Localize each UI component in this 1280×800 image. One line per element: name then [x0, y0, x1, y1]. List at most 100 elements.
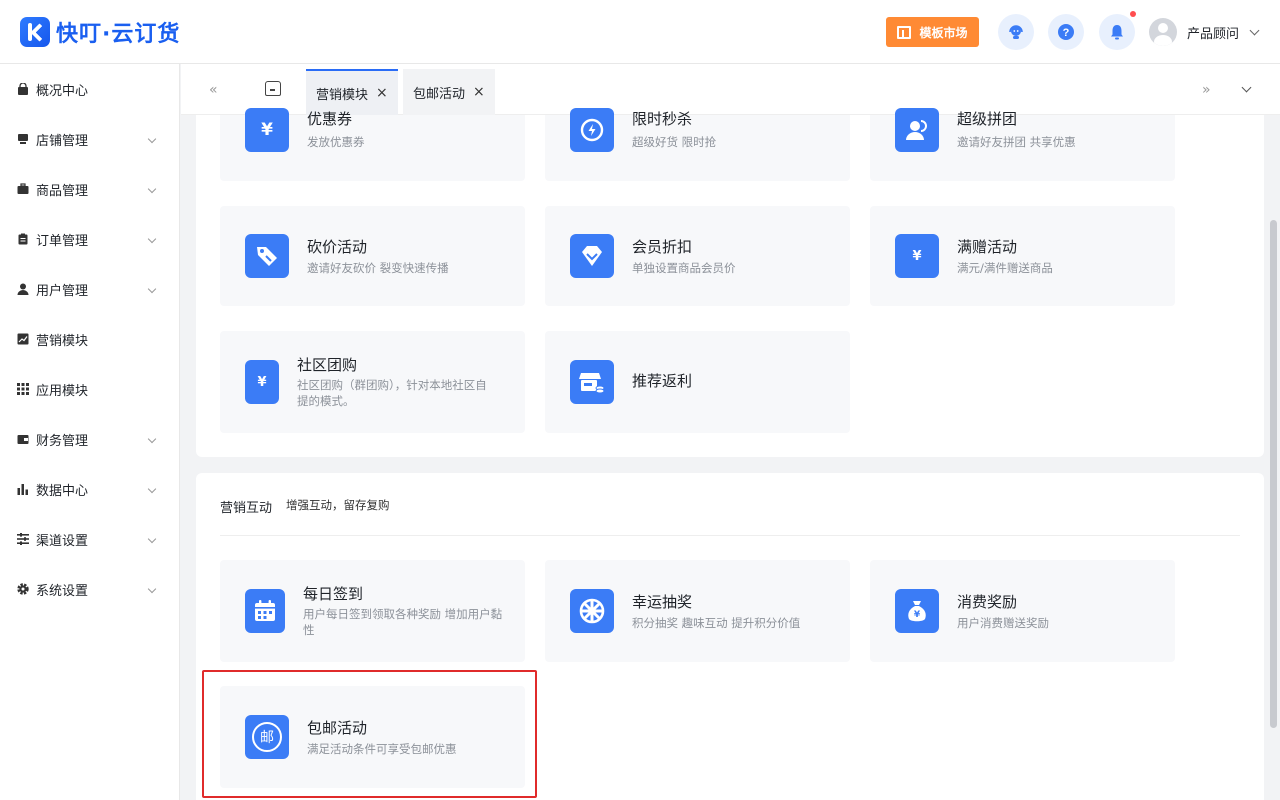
sidebar-item-label: 应用模块 [36, 383, 89, 399]
card-title: 限时秒杀 [632, 110, 693, 128]
home-icon[interactable] [265, 81, 281, 96]
wheel-icon [570, 589, 614, 633]
card-desc: 用户每日签到领取各种奖励 增加用户黏性 [303, 607, 503, 637]
card-full-gift[interactable]: ¥ 满赠活动 满元/满件赠送商品 [870, 206, 1175, 306]
card-desc: 发放优惠券 [307, 135, 365, 149]
sidebar-item-label: 商品管理 [36, 183, 89, 199]
sidebar-item-users[interactable]: 用户管理 [0, 264, 180, 314]
card-title: 社区团购 [297, 356, 358, 374]
card-title: 每日签到 [303, 585, 364, 603]
card-desc: 单独设置商品会员价 [632, 261, 736, 275]
card-lucky-draw[interactable]: 幸运抽奖 积分抽奖 趣味互动 提升积分价值 [545, 560, 850, 662]
chevron-down-icon [147, 534, 157, 544]
wallet-icon [17, 435, 29, 444]
card-bargain[interactable]: 砍价活动 邀请好友砍价 裂变快速传播 [220, 206, 525, 306]
tab-label: 营销模块 [316, 87, 369, 103]
tab-label: 包邮活动 [413, 86, 466, 102]
highlight-box [202, 670, 537, 798]
close-icon[interactable]: × [376, 85, 388, 101]
card-title: 会员折扣 [632, 238, 693, 256]
list-settings-icon [17, 533, 29, 545]
chevron-down-icon[interactable] [1249, 25, 1260, 36]
grid-icon [17, 383, 29, 395]
notification-button[interactable] [1099, 14, 1135, 50]
help-button[interactable]: ? [1048, 14, 1084, 50]
money-bag-icon: ¥ [895, 589, 939, 633]
sidebar-item-store[interactable]: 店铺管理 [0, 114, 180, 164]
card-desc: 用户消费赠送奖励 [957, 616, 1049, 630]
scrollbar[interactable] [1270, 220, 1277, 728]
gear-icon [17, 583, 29, 595]
notification-dot [1130, 11, 1136, 17]
sidebar-item-apps[interactable]: 应用模块 [0, 364, 180, 414]
sidebar-item-overview[interactable]: 概况中心 [0, 64, 180, 114]
logo[interactable]: 快叮·云订货 [20, 16, 180, 48]
divider [220, 535, 1240, 536]
card-desc: 超级好货 限时抢 [632, 135, 717, 149]
card-consumption-reward[interactable]: ¥ 消费奖励 用户消费赠送奖励 [870, 560, 1175, 662]
community-ticket-icon: ¥ [245, 360, 279, 404]
sidebar-item-finance[interactable]: 财务管理 [0, 414, 180, 464]
sidebar-item-label: 概况中心 [36, 83, 89, 99]
diamond-icon [570, 234, 614, 278]
template-market-button[interactable]: 模板市场 [886, 17, 979, 47]
card-desc: 满元/满件赠送商品 [957, 261, 1053, 275]
card-desc: 邀请好友砍价 裂变快速传播 [307, 261, 449, 275]
chevron-down-icon [147, 284, 157, 294]
chevron-down-icon [147, 134, 157, 144]
bar-chart-icon [17, 484, 28, 495]
tabs-scroll-left[interactable]: « [209, 82, 218, 98]
price-tag-icon [245, 234, 289, 278]
flash-clock-icon [570, 108, 614, 152]
chevron-down-icon [147, 434, 157, 444]
sidebar-item-label: 营销模块 [36, 333, 89, 349]
chevron-down-icon [147, 234, 157, 244]
template-icon [897, 25, 912, 39]
template-market-label: 模板市场 [919, 25, 968, 40]
group-icon [895, 108, 939, 152]
card-coupon[interactable]: ¥ 优惠券 发放优惠券 [220, 108, 525, 181]
sidebar-item-label: 用户管理 [36, 283, 89, 299]
sidebar-item-system[interactable]: 系统设置 [0, 564, 180, 614]
tab-free-shipping[interactable]: 包邮活动 × [403, 69, 495, 115]
clipboard-icon [18, 233, 28, 245]
sidebar-item-label: 数据中心 [36, 483, 89, 499]
logo-icon [20, 17, 50, 47]
sidebar-item-products[interactable]: 商品管理 [0, 164, 180, 214]
card-title: 砍价活动 [307, 238, 368, 256]
chevron-down-icon [147, 584, 157, 594]
shop-rebate-icon [570, 360, 614, 404]
card-title: 优惠券 [307, 110, 353, 128]
sidebar-item-data-center[interactable]: 数据中心 [0, 464, 180, 514]
user-icon [17, 283, 29, 295]
customer-service-button[interactable] [998, 14, 1034, 50]
close-icon[interactable]: × [473, 84, 485, 100]
bell-icon [1111, 25, 1123, 40]
headset-icon [1009, 25, 1023, 39]
tabs-scroll-right[interactable]: » [1202, 82, 1211, 98]
sidebar-item-label: 店铺管理 [36, 133, 89, 149]
sidebar-item-label: 财务管理 [36, 433, 89, 449]
card-flash-sale[interactable]: 限时秒杀 超级好货 限时抢 [545, 108, 850, 181]
sidebar-item-channel[interactable]: 渠道设置 [0, 514, 180, 564]
card-group-buy[interactable]: 超级拼团 邀请好友拼团 共享优惠 [870, 108, 1175, 181]
avatar[interactable] [1149, 18, 1177, 46]
card-title: 满赠活动 [957, 238, 1018, 256]
chevron-down-icon[interactable] [1241, 82, 1252, 93]
card-community-group[interactable]: ¥ 社区团购 社区团购（群团购），针对本地社区自提的模式。 [220, 331, 525, 433]
store-icon [18, 134, 28, 144]
sidebar-item-marketing[interactable]: 营销模块 [0, 314, 180, 364]
money-bag-glyph: ¥ [914, 610, 921, 620]
card-referral-rebate[interactable]: 推荐返利 [545, 331, 850, 433]
user-name[interactable]: 产品顾问 [1187, 23, 1239, 42]
logo-text: 快叮·云订货 [56, 22, 181, 47]
top-header: 快叮·云订货 模板市场 ? 产品顾问 [0, 0, 1280, 64]
card-title: 幸运抽奖 [632, 593, 693, 611]
card-member-discount[interactable]: 会员折扣 单独设置商品会员价 [545, 206, 850, 306]
card-daily-checkin[interactable]: 每日签到 用户每日签到领取各种奖励 增加用户黏性 [220, 560, 525, 662]
card-desc: 邀请好友拼团 共享优惠 [957, 135, 1076, 149]
chevron-down-icon [147, 184, 157, 194]
briefcase-icon [17, 183, 29, 194]
sidebar-item-label: 渠道设置 [36, 533, 89, 549]
sidebar-item-orders[interactable]: 订单管理 [0, 214, 180, 264]
